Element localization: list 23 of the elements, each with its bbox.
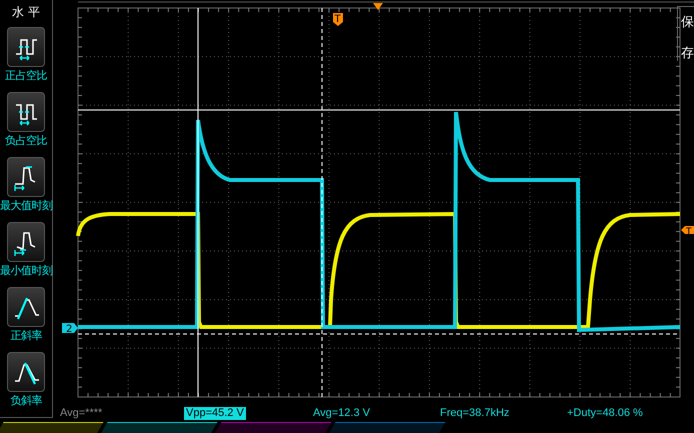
measurement-readout[interactable]: Vpp=45.2 V bbox=[184, 407, 246, 420]
measure-button[interactable] bbox=[7, 27, 45, 67]
measure-label: 最小值时刻 bbox=[0, 264, 52, 278]
measure-label: 正占空比 bbox=[5, 69, 47, 83]
menu-label[interactable]: 保 bbox=[681, 15, 694, 30]
measure-button[interactable] bbox=[7, 157, 45, 197]
measurement-readout[interactable]: Avg=12.3 V bbox=[311, 407, 372, 420]
measure-button[interactable] bbox=[7, 92, 45, 132]
measure-label: 负占空比 bbox=[5, 134, 47, 148]
channel-marker[interactable]: 2 bbox=[62, 323, 78, 335]
measurement-readout[interactable]: Freq=38.7kHz bbox=[438, 407, 512, 420]
panel-title: 水 平 bbox=[12, 4, 40, 20]
measure-button[interactable] bbox=[7, 287, 45, 327]
trigger-time-icon bbox=[373, 3, 383, 10]
measure-label: 负斜率 bbox=[10, 394, 42, 408]
measure-button[interactable] bbox=[7, 352, 45, 392]
menu-label[interactable]: 存 bbox=[681, 46, 694, 61]
trigger-level-marker[interactable]: T bbox=[681, 226, 694, 237]
measurement-readout[interactable]: +Duty=48.06 % bbox=[565, 407, 645, 420]
trigger-marker[interactable]: T bbox=[333, 13, 343, 26]
measure-label: 正斜率 bbox=[10, 329, 42, 343]
measure-button[interactable] bbox=[7, 222, 45, 262]
measure-label: 最大值时刻 bbox=[0, 199, 52, 213]
